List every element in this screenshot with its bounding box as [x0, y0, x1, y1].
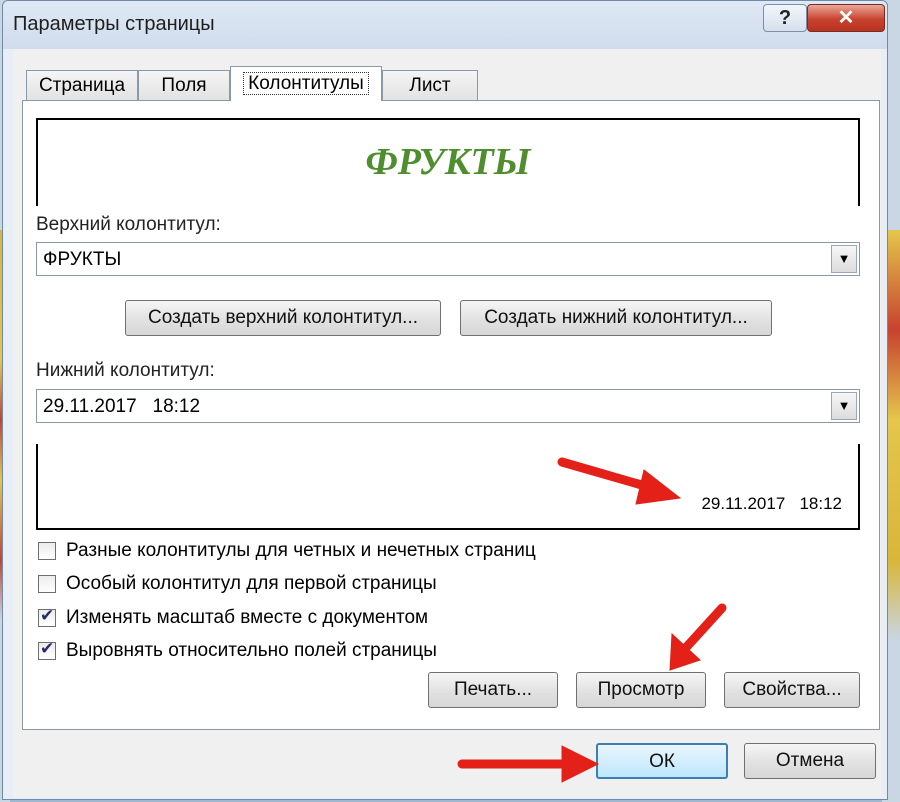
checkbox-checked[interactable]: [38, 606, 56, 627]
header-select-value: ФРУКТЫ: [43, 249, 122, 270]
footer-preview-text: 29.11.2017 18:12: [701, 494, 842, 513]
preview-button[interactable]: Просмотр: [576, 672, 706, 708]
header-preview-text: ФРУКТЫ: [365, 141, 531, 183]
help-button[interactable]: ?: [763, 4, 807, 32]
create-footer-button[interactable]: Создать нижний колонтитул...: [460, 300, 772, 336]
checkbox[interactable]: [38, 575, 56, 593]
footer-select[interactable]: 29.11.2017 18:12 ▼: [36, 389, 860, 423]
footer-preview: 29.11.2017 18:12: [36, 444, 860, 530]
print-button[interactable]: Печать...: [428, 672, 558, 708]
header-field-label: Верхний колонтитул:: [36, 214, 221, 235]
chevron-down-icon[interactable]: ▼: [831, 392, 857, 420]
window-title: Параметры страницы: [13, 13, 215, 35]
tab-page[interactable]: Страница: [26, 70, 138, 100]
tab-header-footer[interactable]: Колонтитулы: [230, 66, 382, 101]
chevron-down-icon[interactable]: ▼: [831, 245, 857, 273]
header-select[interactable]: ФРУКТЫ ▼: [36, 242, 860, 276]
create-header-button[interactable]: Создать верхний колонтитул...: [125, 300, 441, 336]
title-bar: Параметры страницы ? ✕: [3, 1, 887, 49]
properties-button[interactable]: Свойства...: [724, 672, 860, 708]
tab-sheet[interactable]: Лист: [382, 70, 478, 100]
ok-button[interactable]: ОК: [596, 743, 728, 779]
close-button[interactable]: ✕: [807, 4, 885, 32]
footer-field-label: Нижний колонтитул:: [36, 360, 215, 381]
tab-margins[interactable]: Поля: [138, 70, 230, 100]
checkbox-checked[interactable]: [38, 639, 56, 660]
cancel-button[interactable]: Отмена: [744, 743, 876, 779]
checkbox[interactable]: [38, 542, 56, 560]
header-preview: ФРУКТЫ: [36, 118, 860, 206]
footer-select-value: 29.11.2017 18:12: [43, 396, 201, 417]
